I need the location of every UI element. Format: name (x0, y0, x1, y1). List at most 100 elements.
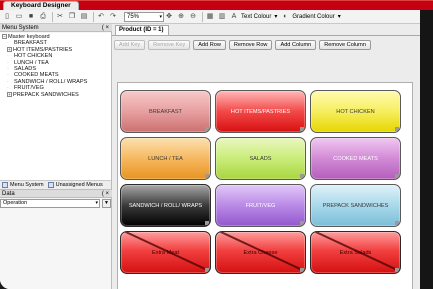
grid-icon[interactable]: ▥ (217, 12, 227, 22)
key-button-bar: Add Key Remove Key Add Row Remove Row Ad… (114, 40, 374, 50)
data-area (0, 209, 111, 289)
resize-handle-icon[interactable] (205, 174, 209, 178)
key-label: FRUIT/VEG (245, 202, 276, 209)
tab-menu-system[interactable]: Menu System (0, 181, 46, 189)
tab-unassigned-menus[interactable]: Unassigned Menus (46, 181, 105, 189)
new-icon[interactable]: ▯ (2, 12, 12, 22)
chevron-down-icon: ▾ (95, 200, 98, 206)
tab-label: Unassigned Menus (55, 182, 103, 188)
tree-item-label: LUNCH / TEA (14, 59, 49, 66)
app-window: Keyboard Designer ▯ ▭ ■ ⎙ ✂ ❐ ▤ ↶ ↷ 75% … (0, 0, 433, 289)
tree-item-label: HOT ITEMS/PASTRIES (13, 46, 73, 53)
data-value: Operation (3, 200, 28, 206)
window-edge (420, 10, 433, 289)
resize-handle-icon[interactable] (395, 221, 399, 225)
resize-handle-icon[interactable] (300, 127, 304, 131)
resize-handle-icon[interactable] (205, 221, 209, 225)
zoom-in-icon[interactable]: ⊕ (176, 12, 186, 22)
keyboard-key[interactable]: FRUIT/VEG (215, 184, 306, 227)
resize-handle-icon[interactable] (395, 174, 399, 178)
chevron-down-icon[interactable]: ▾ (274, 12, 277, 22)
expand-icon[interactable]: + (7, 91, 12, 97)
copy-icon[interactable]: ❐ (67, 12, 77, 22)
pin-close-icon[interactable]: ( × (102, 24, 109, 32)
keyboard-key[interactable]: PREPACK SANDWICHES (310, 184, 401, 227)
keyboard-key[interactable]: HOT ITEMS/PASTRIES (215, 90, 306, 133)
key-label: SALADS (249, 155, 272, 162)
left-panel: Menu System ( × − Master keyboard · BREAKFA… (0, 24, 112, 289)
resize-handle-icon[interactable] (205, 127, 209, 131)
open-icon[interactable]: ▭ (14, 12, 24, 22)
cut-icon[interactable]: ✂ (55, 12, 65, 22)
key-label: BREAKFAST (149, 108, 182, 115)
tab-label: Menu System (10, 182, 44, 188)
remove-column-button[interactable]: Remove Column (319, 40, 371, 50)
tree-item-label: PREPACK SANDWICHES (13, 91, 79, 98)
chevron-down-icon: ▾ (159, 13, 162, 20)
add-row-button[interactable]: Add Row (193, 40, 226, 50)
text-colour-icon[interactable]: A (229, 12, 239, 22)
left-panel-tabs: Menu System Unassigned Menus (0, 181, 111, 190)
menu-system-icon (2, 182, 8, 188)
collapse-icon[interactable]: − (2, 34, 7, 40)
resize-handle-icon[interactable] (300, 221, 304, 225)
move-icon[interactable]: ✥ (164, 12, 174, 22)
menu-system-title: Menu System (2, 25, 39, 31)
data-header: Data ( × (0, 190, 112, 198)
toolbar-divider (93, 11, 94, 22)
remove-key-button[interactable]: Remove Key (148, 40, 191, 50)
keyboard-key[interactable]: LUNCH / TEA (120, 137, 211, 180)
zoom-select[interactable]: 75% ▾ (124, 11, 164, 22)
gradient-colour-icon[interactable]: ◐ (280, 12, 290, 22)
image-icon[interactable]: ▦ (205, 12, 215, 22)
main-area: Product (ID = 1) Add Key Remove Key Add … (112, 24, 420, 289)
keyboard-key[interactable]: Extra Salads (310, 231, 401, 274)
tab-underline (112, 35, 420, 36)
keyboard-key[interactable]: HOT CHICKEN (310, 90, 401, 133)
keyboard-key[interactable]: SALADS (215, 137, 306, 180)
keyboard-key[interactable]: Extra Cheese (215, 231, 306, 274)
resize-handle-icon[interactable] (205, 268, 209, 272)
paste-icon[interactable]: ▤ (79, 12, 89, 22)
key-grid: BREAKFAST HOT ITEMS/PASTRIES HOT CHICKEN LU… (120, 90, 412, 274)
add-key-button[interactable]: Add Key (114, 40, 146, 50)
tab-product[interactable]: Product (ID = 1) (115, 25, 169, 35)
key-label: SANDWICH / ROLL/ WRAPS (128, 202, 203, 209)
redo-icon[interactable]: ↷ (108, 12, 118, 22)
pin-close-icon[interactable]: ( × (102, 190, 109, 198)
remove-row-button[interactable]: Remove Row (228, 40, 273, 50)
resize-handle-icon[interactable] (395, 268, 399, 272)
resize-handle-icon[interactable] (300, 174, 304, 178)
keyboard-key[interactable]: COOKED MEATS (310, 137, 401, 180)
data-dropdown-button[interactable]: ▼ (102, 199, 111, 208)
data-select[interactable]: Operation ▾ (0, 199, 100, 208)
keyboard-canvas: BREAKFAST HOT ITEMS/PASTRIES HOT CHICKEN LU… (117, 82, 413, 289)
resize-handle-icon[interactable] (395, 127, 399, 131)
add-column-button[interactable]: Add Column (275, 40, 317, 50)
data-title: Data (2, 191, 15, 197)
gradient-colour-button[interactable]: Gradient Colour (292, 12, 334, 22)
print-icon[interactable]: ⎙ (38, 12, 48, 22)
text-colour-button[interactable]: Text Colour (241, 12, 271, 22)
save-icon[interactable]: ■ (26, 12, 36, 22)
tree-item-label: HOT CHICKEN (14, 53, 53, 60)
chevron-down-icon[interactable]: ▾ (338, 12, 341, 22)
keyboard-key[interactable]: Extra Meat (120, 231, 211, 274)
undo-icon[interactable]: ↶ (96, 12, 106, 22)
zoom-out-icon[interactable]: ⊖ (188, 12, 198, 22)
keyboard-key[interactable]: BREAKFAST (120, 90, 211, 133)
resize-handle-icon[interactable] (300, 268, 304, 272)
expand-icon[interactable]: + (7, 46, 12, 52)
tree-item-label: BREAKFAST (14, 40, 47, 47)
tree-item[interactable]: + PREPACK SANDWICHES (0, 92, 111, 98)
key-label: HOT ITEMS/PASTRIES (230, 108, 291, 115)
key-label: HOT CHICKEN (336, 108, 375, 115)
tree-item-label: FRUIT/VEG (14, 85, 44, 92)
tree-item-label: COOKED MEATS (14, 72, 59, 79)
keyboard-key[interactable]: SANDWICH / ROLL/ WRAPS (120, 184, 211, 227)
key-label: Extra Cheese (243, 249, 278, 256)
key-label: LUNCH / TEA (148, 155, 183, 162)
menu-system-header: Menu System ( × (0, 24, 112, 32)
menu-tree: − Master keyboard · BREAKFAST + HOT ITEMS/PAS… (0, 33, 111, 181)
client-area: ▯ ▭ ■ ⎙ ✂ ❐ ▤ ↶ ↷ 75% ▾ ✥ ⊕ ⊖ ▦ ▥ A Text… (0, 10, 420, 289)
